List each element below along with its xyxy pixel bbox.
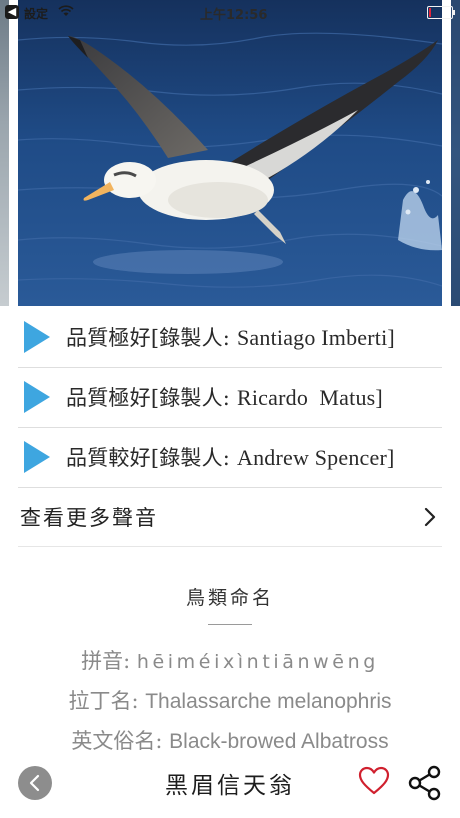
chevron-right-icon bbox=[424, 507, 436, 527]
pinyin-label: 拼音: bbox=[81, 649, 131, 673]
pinyin-value: hēiméixìntiānwēng bbox=[136, 651, 379, 673]
play-icon[interactable] bbox=[24, 441, 50, 473]
bird-name-title: 黑眉信天翁 bbox=[165, 773, 295, 799]
latin-name-line: 拉丁名: Thalassarche melanophris bbox=[0, 685, 460, 715]
section-divider bbox=[208, 624, 252, 625]
recording-label: 品質極好[錄製人: Ricardo Matus] bbox=[66, 385, 383, 410]
recording-item[interactable]: 品質極好[錄製人: Ricardo Matus] bbox=[18, 367, 442, 428]
more-sounds-link[interactable]: 查看更多聲音 bbox=[18, 487, 442, 547]
play-icon[interactable] bbox=[24, 381, 50, 413]
wifi-icon bbox=[58, 5, 74, 16]
english-label: 英文俗名: bbox=[71, 729, 163, 753]
english-name-line: 英文俗名: Black-browed Albatross bbox=[0, 725, 460, 755]
pinyin-line: 拼音: hēiméixìntiānwēng bbox=[0, 645, 460, 675]
previous-photo-peek[interactable] bbox=[0, 0, 9, 306]
recording-label: 品質較好[錄製人: Andrew Spencer] bbox=[66, 445, 395, 470]
play-icon[interactable] bbox=[24, 321, 50, 353]
recording-item[interactable]: 品質極好[錄製人: Santiago Imberti] bbox=[18, 307, 442, 368]
status-carrier[interactable]: 設定 bbox=[24, 5, 48, 22]
naming-section-title: 鳥類命名 bbox=[185, 587, 274, 609]
status-time: 上午12:56 bbox=[200, 8, 268, 23]
share-icon[interactable] bbox=[407, 765, 443, 801]
more-sounds-label: 查看更多聲音 bbox=[20, 506, 158, 530]
albatross-photo bbox=[18, 0, 442, 306]
bird-photo-carousel[interactable] bbox=[0, 0, 460, 306]
status-bar: ◀ 設定 上午12:56 bbox=[0, 0, 460, 24]
latin-value: Thalassarche melanophris bbox=[145, 690, 392, 713]
battery-icon bbox=[427, 6, 455, 19]
english-value: Black-browed Albatross bbox=[169, 730, 389, 753]
back-arrow-icon[interactable]: ◀ bbox=[5, 5, 19, 19]
latin-label: 拉丁名: bbox=[68, 689, 139, 713]
heart-icon[interactable] bbox=[358, 766, 390, 796]
recording-item[interactable]: 品質較好[錄製人: Andrew Spencer] bbox=[18, 427, 442, 488]
recording-label: 品質極好[錄製人: Santiago Imberti] bbox=[66, 325, 395, 350]
next-photo-peek[interactable] bbox=[451, 0, 460, 306]
